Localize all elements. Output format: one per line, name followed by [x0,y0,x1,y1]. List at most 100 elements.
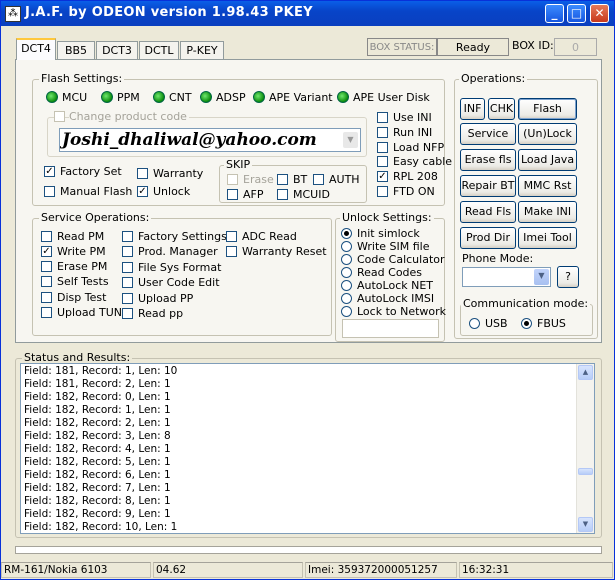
make-ini-button[interactable]: Make INI [518,201,577,223]
tab-dct4[interactable]: DCT4 [16,38,56,60]
autolock-imsi-radio[interactable] [341,293,352,304]
lock-to-network-radio[interactable] [341,306,352,317]
warranty-reset-checkbox[interactable] [226,246,237,257]
log-line: Field: 182, Record: 8, Len: 1 [24,495,171,507]
scroll-down-icon[interactable]: ▼ [578,517,593,532]
phone-mode-help-button[interactable]: ? [557,266,579,288]
log-line: Field: 182, Record: 4, Len: 1 [24,443,171,455]
skip-afp-checkbox[interactable] [227,189,238,200]
flash-button[interactable]: Flash [518,98,577,120]
comm-fbus-radio[interactable] [521,318,532,329]
chevron-down-icon[interactable]: ▼ [343,132,358,148]
file-sys-format-label: File Sys Format [138,261,222,274]
log-line: Field: 182, Record: 1, Len: 1 [24,404,171,416]
tab-bb5[interactable]: BB5 [57,41,95,59]
rpl-208-checkbox[interactable]: ✓ [377,171,388,182]
chevron-down-icon[interactable]: ▼ [534,269,549,285]
led-ape-variant-icon [253,91,265,103]
erase-pm-checkbox[interactable] [41,261,52,272]
tab-dct3[interactable]: DCT3 [96,41,138,59]
user-code-edit-checkbox[interactable] [122,277,133,288]
skip-erase-checkbox[interactable] [227,174,238,185]
box-id-value: 0 [554,38,597,56]
log-line: Field: 182, Record: 3, Len: 8 [24,430,171,442]
unlock-button[interactable]: (Un)Lock [518,123,577,145]
skip-auth-checkbox[interactable] [313,174,324,185]
product-code-combo[interactable]: Joshi_dhaliwal@yahoo.com ▼ [59,128,361,152]
repair-bt-button[interactable]: Repair BT [460,175,516,197]
write-pm-checkbox[interactable]: ✓ [41,246,52,257]
status-bar: RM-161/Nokia 6103 04.62 Imei: 3593720000… [1,560,614,580]
prod-manager-checkbox[interactable] [122,246,133,257]
adc-read-checkbox[interactable] [226,231,237,242]
upload-tun-checkbox[interactable] [41,307,52,318]
erase-fls-button[interactable]: Erase fls [460,149,516,171]
upload-pp-checkbox[interactable] [122,293,133,304]
easy-cable-checkbox[interactable] [377,156,388,167]
factory-settings-checkbox[interactable] [122,231,133,242]
read-pp-checkbox[interactable] [122,308,133,319]
network-input[interactable] [342,319,439,338]
status-log[interactable]: Field: 181, Record: 1, Len: 10 Field: 18… [20,363,595,534]
warranty-reset-label: Warranty Reset [242,245,327,258]
log-scrollbar[interactable]: ▲ ▼ [576,364,594,533]
erase-pm-label: Erase PM [57,260,108,273]
unlock-checkbox[interactable]: ✓ [137,186,148,197]
read-pm-label: Read PM [57,230,105,243]
mmc-rst-button[interactable]: MMC Rst [518,175,577,197]
box-status-label: BOX STATUS: [367,38,437,56]
box-id-label: BOX ID: [512,39,554,52]
warranty-checkbox[interactable] [137,168,148,179]
skip-mcuid-label: MCUID [293,188,330,201]
log-line: Field: 182, Record: 9, Len: 1 [24,508,171,520]
change-product-code-checkbox[interactable] [54,111,65,122]
factory-set-checkbox[interactable]: ✓ [44,166,55,177]
maximize-button[interactable]: □ [567,4,586,23]
autolock-net-label: AutoLock NET [357,279,434,292]
load-java-button[interactable]: Load Java [518,149,577,171]
comm-usb-label: USB [485,317,508,330]
read-fls-button[interactable]: Read Fls [460,201,516,223]
comm-fbus-label: FBUS [537,317,566,330]
self-tests-checkbox[interactable] [41,276,52,287]
chk-button[interactable]: CHK [488,98,515,120]
read-pm-checkbox[interactable] [41,231,52,242]
skip-bt-checkbox[interactable] [277,174,288,185]
phone-mode-select[interactable]: ▼ [462,267,551,287]
close-button[interactable]: ✕ [590,4,609,23]
led-cnt-label: CNT [169,91,192,104]
scroll-thumb[interactable] [578,468,593,475]
comm-usb-radio[interactable] [469,318,480,329]
use-ini-checkbox[interactable] [377,112,388,123]
scroll-up-icon[interactable]: ▲ [578,365,593,380]
led-ppm-label: PPM [117,91,140,104]
run-ini-checkbox[interactable] [377,127,388,138]
manual-flash-checkbox[interactable] [44,186,55,197]
tab-pkey[interactable]: P-KEY [180,41,224,59]
code-calculator-radio[interactable] [341,254,352,265]
inf-button[interactable]: INF [460,98,485,120]
autolock-net-radio[interactable] [341,280,352,291]
skip-mcuid-checkbox[interactable] [277,189,288,200]
load-nfp-checkbox[interactable] [377,142,388,153]
init-simlock-radio[interactable] [341,228,352,239]
jaf-app-icon[interactable]: ⁂ [5,6,21,22]
flash-settings-legend: Flash Settings: [39,72,125,85]
window-title: J.A.F. by ODEON version 1.98.43 PKEY [25,5,313,20]
write-sim-file-radio[interactable] [341,241,352,252]
ftd-on-checkbox[interactable] [377,186,388,197]
tab-dctl[interactable]: DCTL [139,41,179,59]
minimize-button[interactable]: _ [545,4,564,23]
service-button[interactable]: Service [460,123,516,145]
read-codes-label: Read Codes [357,266,423,279]
title-bar[interactable]: ⁂ J.A.F. by ODEON version 1.98.43 PKEY _… [1,1,614,26]
disp-test-checkbox[interactable] [41,292,52,303]
file-sys-format-checkbox[interactable] [122,262,133,273]
autolock-imsi-label: AutoLock IMSI [357,292,435,305]
imei-tool-button[interactable]: Imei Tool [518,227,577,249]
read-codes-radio[interactable] [341,267,352,278]
led-ppm-icon [101,91,113,103]
prod-dir-button[interactable]: Prod Dir [460,227,516,249]
led-cnt-icon [153,91,165,103]
write-sim-file-label: Write SIM file [357,240,430,253]
